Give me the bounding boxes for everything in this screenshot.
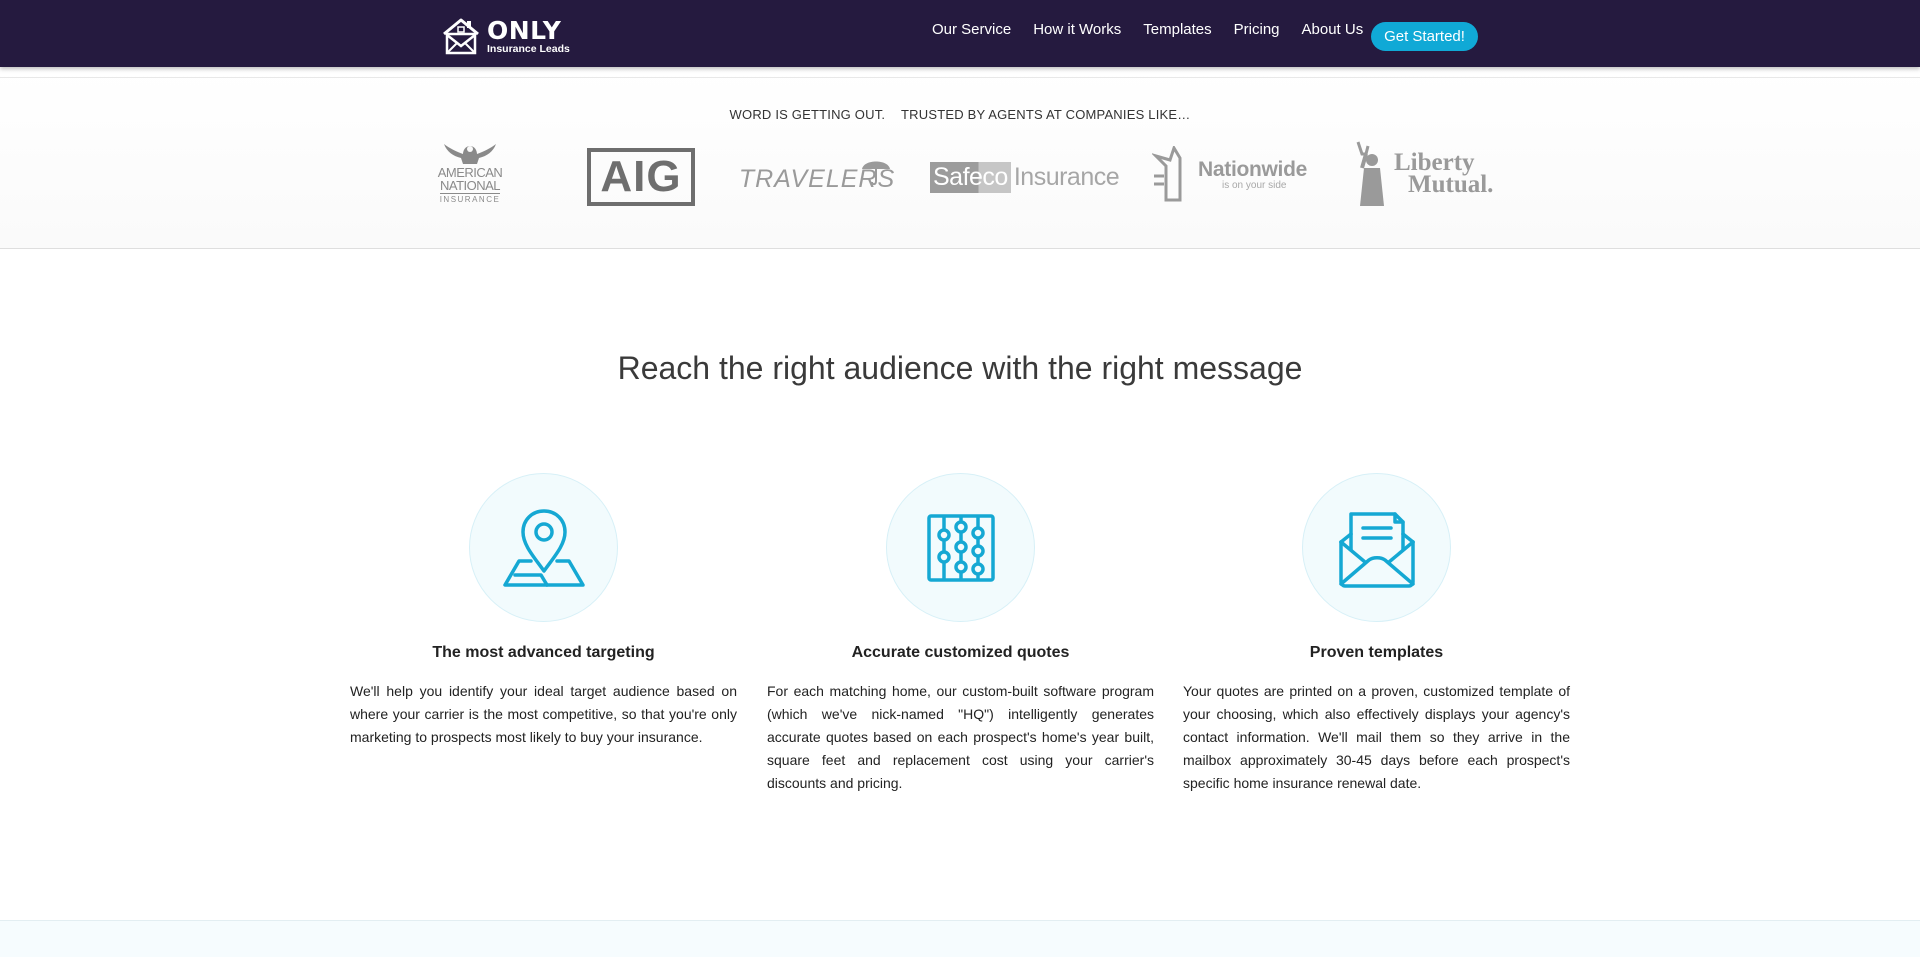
brand-subtitle: Insurance Leads <box>487 42 570 55</box>
aig-logo: AIG <box>587 148 695 206</box>
nav-our-service[interactable]: Our Service <box>932 21 1011 38</box>
trusted-by-section: WORD IS GETTING OUT. TRUSTED BY AGENTS A… <box>0 67 1920 249</box>
feature-title: The most advanced targeting <box>432 644 655 661</box>
nationwide-tagline: is on your side <box>1222 179 1287 191</box>
feature-body: Your quotes are printed on a proven, cus… <box>1183 683 1570 791</box>
mutual-text: Mutual. <box>1408 171 1494 198</box>
safeco-logo: Safeco Insurance <box>930 159 1120 195</box>
nav-about-us[interactable]: About Us <box>1302 21 1364 38</box>
feature-icon-circle <box>469 473 618 622</box>
house-envelope-icon <box>443 18 479 55</box>
trusted-caption: WORD IS GETTING OUT. TRUSTED BY AGENTS A… <box>0 107 1920 122</box>
map-pin-icon <box>502 508 585 587</box>
feature-title: Proven templates <box>1309 644 1444 661</box>
nav-pricing[interactable]: Pricing <box>1234 21 1280 38</box>
divider <box>0 77 1920 78</box>
brand-logo-link[interactable]: ONLY Insurance Leads <box>441 16 570 56</box>
aig-text: AIG <box>600 152 682 201</box>
travelers-logo: TRAVELERS <box>739 159 894 199</box>
abacus-icon <box>926 513 995 582</box>
feature-body: We'll help you identify your ideal targe… <box>350 683 737 745</box>
next-section-band <box>0 920 1920 957</box>
statue-of-liberty-icon <box>1356 141 1384 206</box>
brand-name: ONLY <box>487 15 562 45</box>
top-navbar: ONLY Insurance Leads Our Service How it … <box>0 0 1920 67</box>
feature-body: For each matching home, our custom-built… <box>767 683 1154 791</box>
american-national-line2: NATIONAL <box>439 178 501 193</box>
get-started-button[interactable]: Get Started! <box>1371 22 1478 51</box>
nationwide-text: Nationwide <box>1198 157 1308 181</box>
american-national-line3: INSURANCE <box>439 193 501 204</box>
liberty-mutual-wordmark: Liberty Mutual. <box>1394 150 1494 198</box>
feature-title: Accurate customized quotes <box>851 644 1070 661</box>
main-nav: Our Service How it Works Templates Prici… <box>932 21 1385 38</box>
american-national-logo: AMERICAN NATIONAL INSURANCE <box>425 139 515 209</box>
partner-logos: AMERICAN NATIONAL INSURANCE AIG TRAVELER… <box>0 139 1920 209</box>
envelope-open-icon <box>1338 511 1415 588</box>
nationwide-wordmark: Nationwide is on your side <box>1198 158 1307 191</box>
trusted-caption-right: TRUSTED BY AGENTS AT COMPANIES LIKE… <box>901 107 1191 122</box>
feature-targeting: The most advanced targeting We'll help y… <box>350 473 737 749</box>
brand-wordmark: ONLY Insurance Leads <box>487 18 570 55</box>
umbrella-icon <box>862 161 890 186</box>
nav-how-it-works[interactable]: How it Works <box>1033 21 1121 38</box>
liberty-mutual-logo: Liberty Mutual. <box>1350 139 1498 209</box>
nationwide-logo: Nationwide is on your side <box>1152 145 1312 203</box>
safeco-insurance-text: Insurance <box>1013 162 1120 191</box>
nav-templates[interactable]: Templates <box>1143 21 1211 38</box>
feature-icon-circle <box>886 473 1035 622</box>
safeco-text: Safeco <box>930 161 1011 193</box>
feature-quotes: Accurate customized quotes For each matc… <box>767 473 1154 795</box>
trusted-caption-left: WORD IS GETTING OUT. <box>729 107 886 122</box>
eagle-icon <box>444 144 496 164</box>
feature-icon-circle <box>1302 473 1451 622</box>
feature-templates: Proven templates Your quotes are printed… <box>1183 473 1570 795</box>
nationwide-eagle-icon <box>1152 146 1182 202</box>
section-title: Reach the right audience with the right … <box>617 350 1303 386</box>
